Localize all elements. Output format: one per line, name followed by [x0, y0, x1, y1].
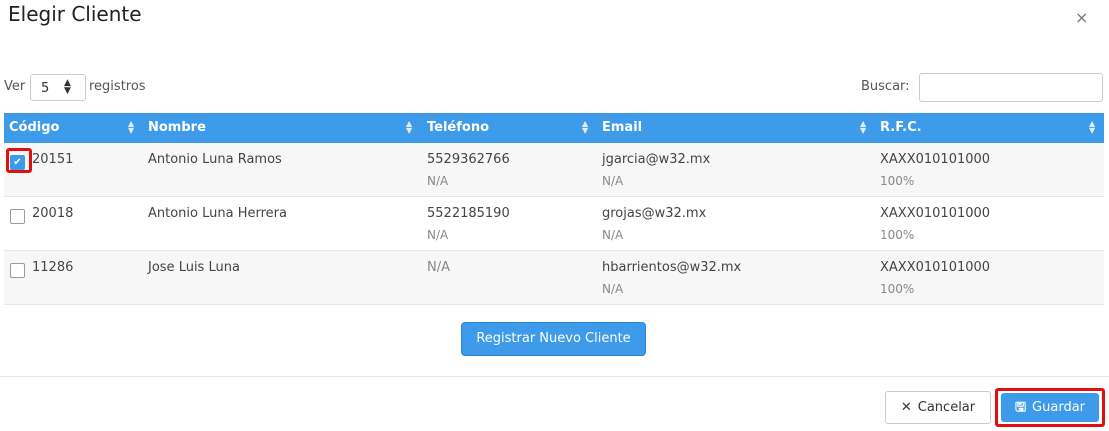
cell-codigo: 11286 — [32, 260, 74, 275]
save-label: Guardar — [1032, 400, 1086, 415]
cell-email: hbarrientos@w32.mx — [602, 260, 742, 275]
floppy-disk-icon: 🖫 — [1014, 400, 1027, 415]
cell-rfc-sub: 100% — [880, 228, 915, 242]
cell-codigo: 20151 — [32, 152, 74, 167]
save-button[interactable]: 🖫 Guardar — [1001, 393, 1099, 422]
ver-label: Ver — [4, 79, 26, 94]
cell-nombre: Antonio Luna Ramos — [148, 152, 282, 167]
page-length-select[interactable]: 5 ▲ ▼ — [30, 74, 86, 101]
cell-email: grojas@w32.mx — [602, 206, 707, 221]
cell-rfc: XAXX010101000 — [880, 206, 991, 221]
cell-rfc-sub: 100% — [880, 282, 915, 296]
cell-nombre: Jose Luis Luna — [148, 260, 240, 275]
cell-telefono: 5529362766 — [427, 152, 510, 167]
cell-email: jgarcia@w32.mx — [602, 152, 711, 167]
cell-telefono: 5522185190 — [427, 206, 510, 221]
header-email[interactable]: Email — [597, 113, 642, 143]
cell-telefono: N/A — [427, 260, 450, 275]
search-label: Buscar: — [861, 79, 910, 94]
modal-title: Elegir Cliente — [8, 2, 142, 26]
row-checkbox[interactable] — [10, 209, 25, 224]
table-row[interactable]: 11286 Jose Luis Luna N/A hbarrientos@w32… — [4, 251, 1104, 305]
table-row[interactable]: 20018 Antonio Luna Herrera 5522185190 N/… — [4, 197, 1104, 251]
cell-codigo: 20018 — [32, 206, 74, 221]
table-row[interactable]: ✔ 20151 Antonio Luna Ramos 5529362766 N/… — [4, 143, 1104, 197]
header-codigo[interactable]: Código — [4, 113, 59, 143]
page-length-value: 5 — [41, 81, 50, 96]
cell-rfc-sub: 100% — [880, 174, 915, 188]
cancel-button[interactable]: ✕ Cancelar — [885, 391, 991, 424]
header-nombre[interactable]: Nombre — [143, 113, 206, 143]
sort-icon[interactable]: ▲ ▼ — [406, 120, 412, 135]
footer-divider — [0, 376, 1109, 377]
checkbox-highlight — [6, 148, 32, 173]
cell-email-sub: N/A — [602, 228, 624, 242]
sort-icon[interactable]: ▲ ▼ — [128, 120, 134, 135]
sort-icon[interactable]: ▲ ▼ — [582, 120, 588, 135]
sort-icon[interactable]: ▲ ▼ — [860, 120, 866, 135]
close-icon[interactable]: × — [1075, 8, 1088, 27]
select-arrows-icon: ▲ ▼ — [64, 78, 71, 96]
cell-email-sub: N/A — [602, 282, 624, 296]
header-rfc[interactable]: R.F.C. — [875, 113, 922, 143]
cell-rfc: XAXX010101000 — [880, 152, 991, 167]
register-client-button[interactable]: Registrar Nuevo Cliente — [461, 322, 646, 356]
cell-telefono-sub: N/A — [427, 174, 449, 188]
sort-icon[interactable]: ▲ ▼ — [1089, 120, 1095, 135]
cancel-label: Cancelar — [917, 400, 976, 415]
cell-email-sub: N/A — [602, 174, 624, 188]
clients-table: Código ▲ ▼ Nombre ▲ ▼ Teléfono ▲ ▼ Email ▲ ▼… — [4, 113, 1104, 305]
cell-telefono-sub: N/A — [427, 228, 449, 242]
cell-nombre: Antonio Luna Herrera — [148, 206, 287, 221]
table-header: Código ▲ ▼ Nombre ▲ ▼ Teléfono ▲ ▼ Email ▲ ▼… — [4, 113, 1104, 143]
row-checkbox[interactable] — [10, 263, 25, 278]
modal-header: Elegir Cliente × — [0, 0, 1109, 36]
table-controls: Ver 5 ▲ ▼ registros Buscar: — [4, 73, 1104, 103]
close-icon: ✕ — [900, 400, 912, 415]
registros-label: registros — [89, 79, 146, 94]
header-telefono[interactable]: Teléfono — [422, 113, 489, 143]
cell-rfc: XAXX010101000 — [880, 260, 991, 275]
search-input[interactable] — [919, 73, 1103, 102]
